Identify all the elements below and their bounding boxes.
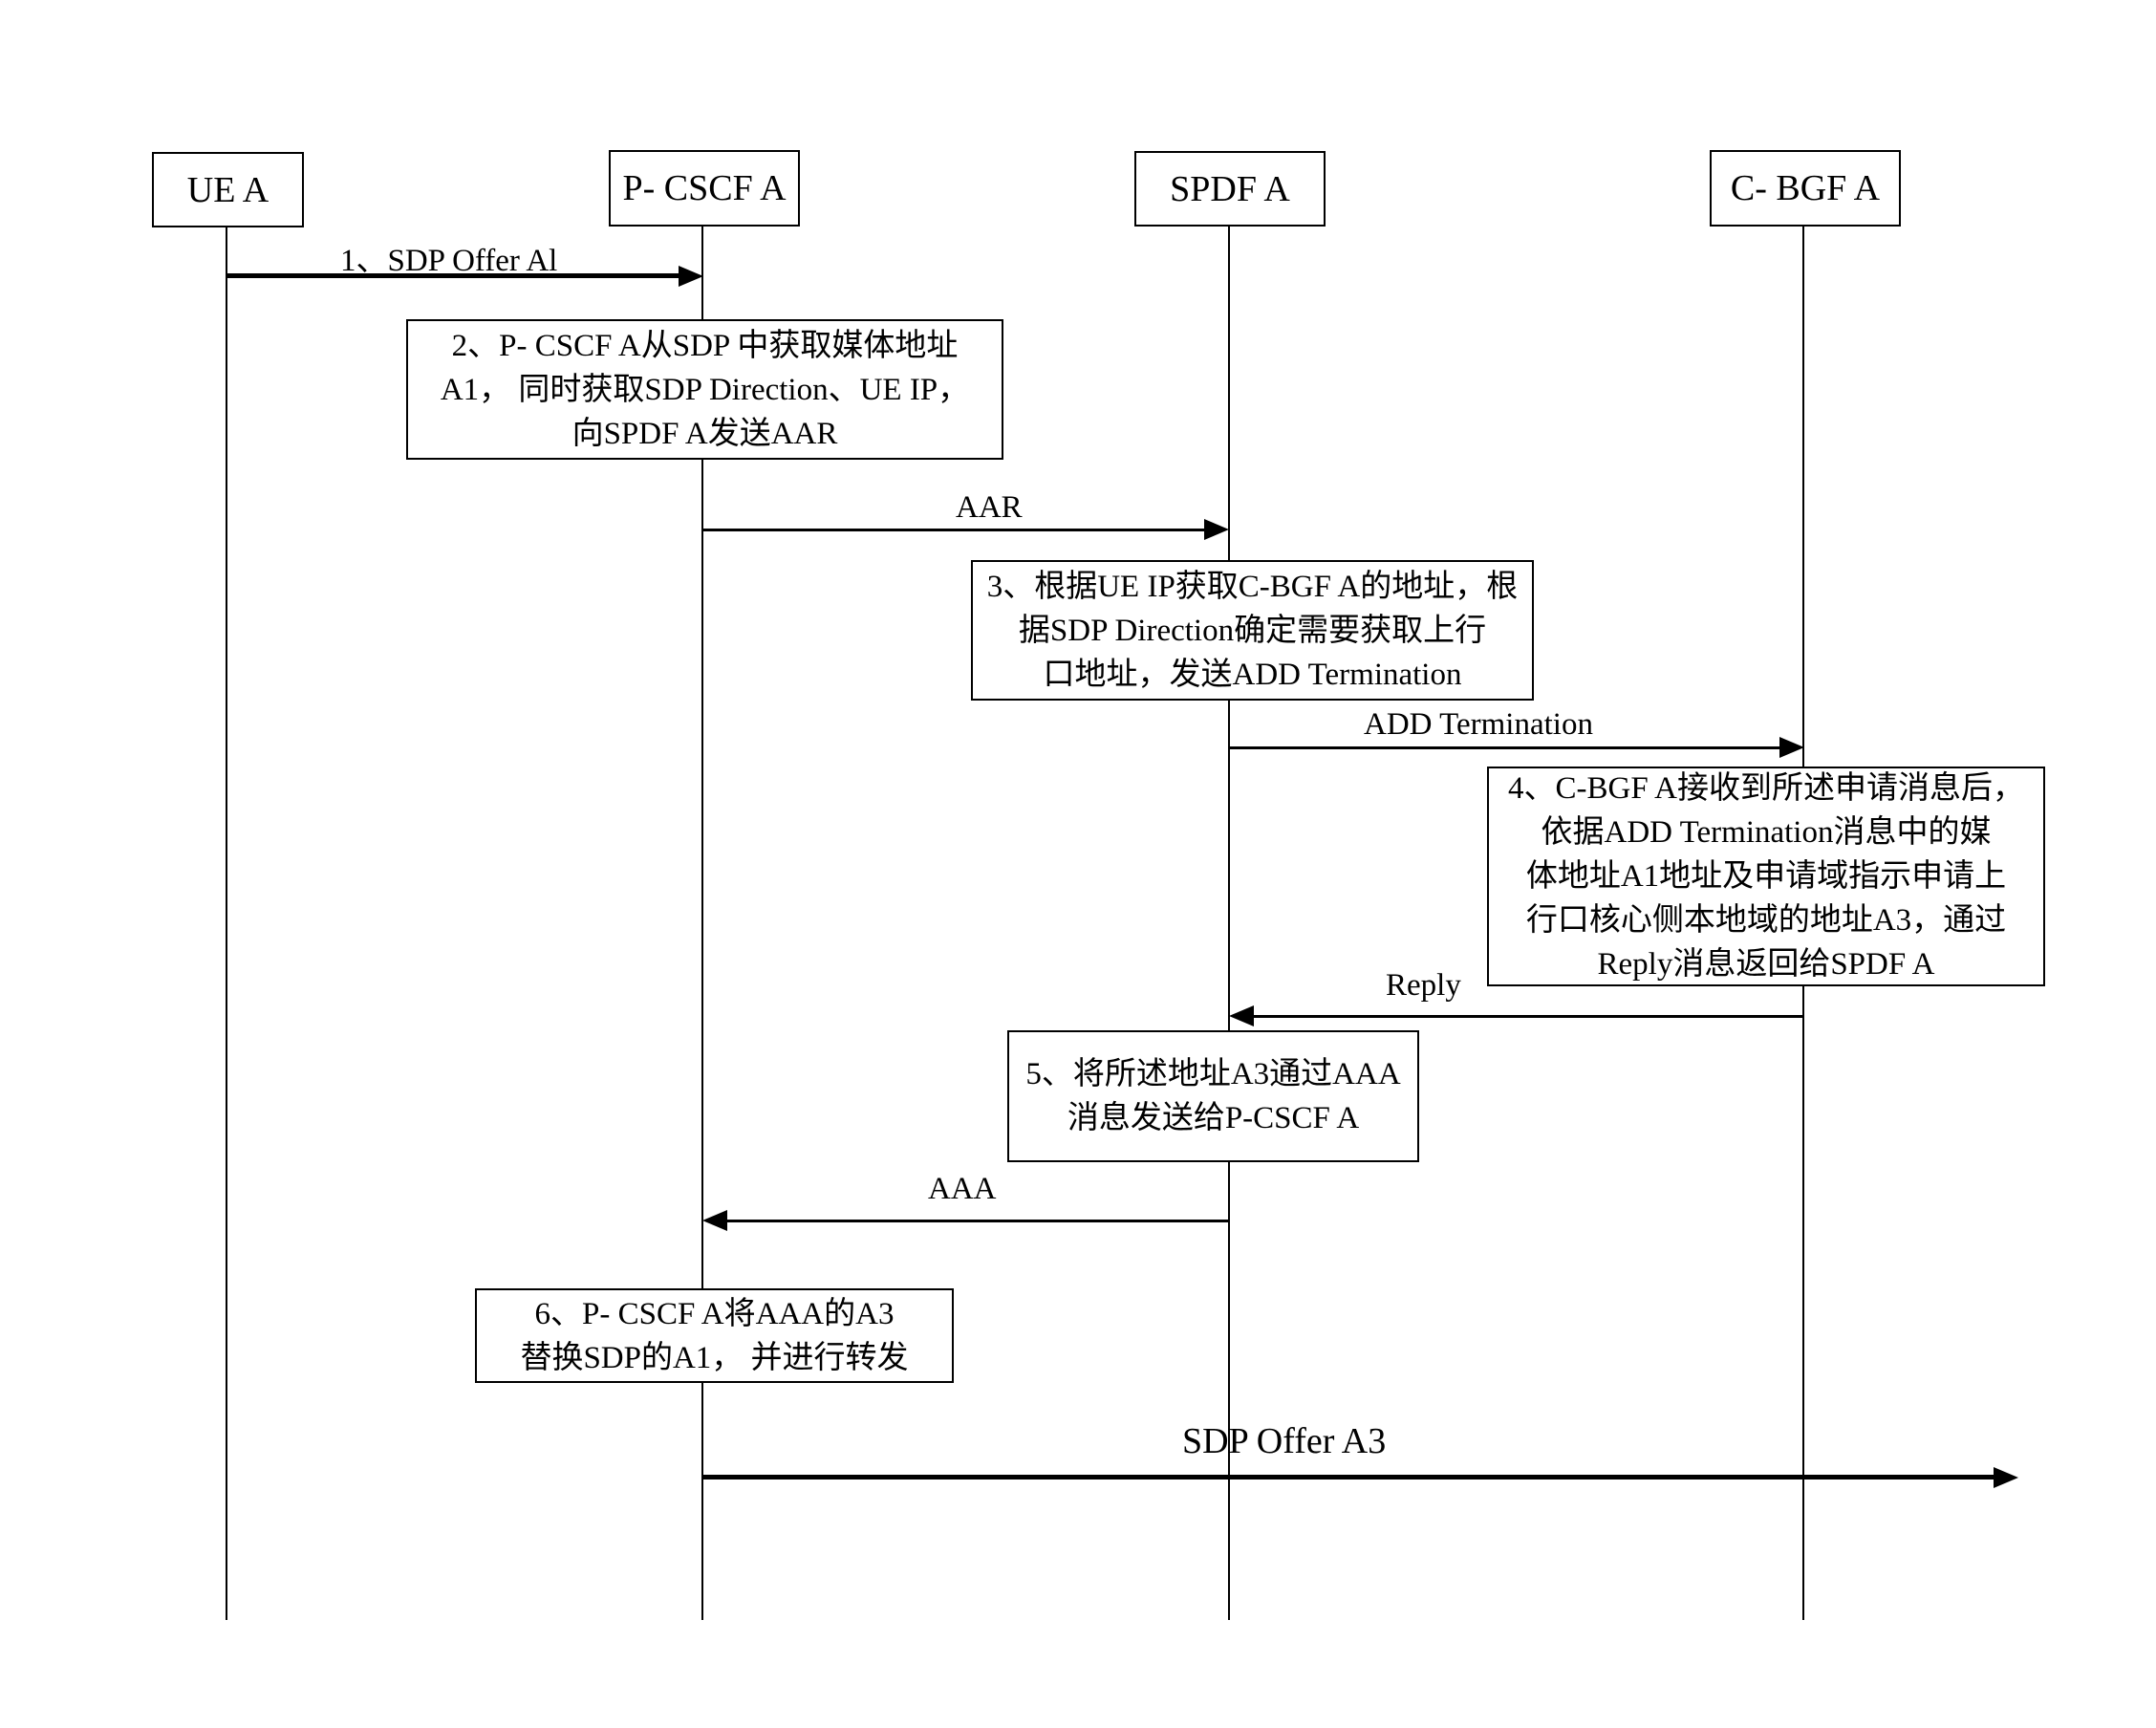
note-step-6: 6、P- CSCF A将AAA的A3 替换SDP的A1， 并进行转发 bbox=[475, 1288, 954, 1383]
message-arrow-sdp-offer-a3 bbox=[702, 1475, 1994, 1480]
note-step-5: 5、将所述地址A3通过AAA 消息发送给P-CSCF A bbox=[1007, 1030, 1419, 1162]
lifeline-spdf-a bbox=[1228, 227, 1230, 1620]
note-step-2: 2、P- CSCF A从SDP 中获取媒体地址 A1， 同时获取SDP Dire… bbox=[406, 319, 1003, 460]
arrowhead-left-icon bbox=[1229, 1005, 1254, 1026]
note-line: 口地址，发送ADD Termination bbox=[1043, 657, 1462, 692]
note-line: 依据ADD Termination消息中的媒 bbox=[1541, 815, 1992, 850]
arrowhead-left-icon bbox=[702, 1210, 727, 1231]
message-arrow-add-termination bbox=[1230, 746, 1779, 749]
message-label-sdp-offer-a3: SDP Offer A3 bbox=[1182, 1421, 1387, 1461]
note-line: 向SPDF A发送AAR bbox=[571, 416, 838, 451]
entity-p-cscf-a: P- CSCF A bbox=[609, 150, 800, 227]
note-line: 3、根据UE IP获取C-BGF A的地址，根 bbox=[986, 569, 1519, 604]
note-line: 替换SDP的A1， 并进行转发 bbox=[520, 1340, 909, 1375]
arrowhead-right-icon bbox=[1779, 737, 1804, 758]
note-step-4: 4、C-BGF A接收到所述申请消息后， 依据ADD Termination消息… bbox=[1487, 767, 2045, 986]
entity-c-bgf-a: C- BGF A bbox=[1710, 150, 1901, 227]
lifeline-ue-a bbox=[226, 227, 227, 1620]
note-line: 2、P- CSCF A从SDP 中获取媒体地址 bbox=[451, 328, 959, 363]
note-line: Reply消息返回给SPDF A bbox=[1597, 947, 1935, 982]
message-label-reply: Reply bbox=[1386, 968, 1461, 1003]
message-label-aar: AAR bbox=[956, 490, 1023, 525]
message-arrow-aar bbox=[703, 529, 1205, 531]
note-line: 6、P- CSCF A将AAA的A3 bbox=[534, 1296, 895, 1331]
message-label-add-termination: ADD Termination bbox=[1364, 707, 1593, 742]
note-line: 消息发送给P-CSCF A bbox=[1067, 1101, 1360, 1135]
note-line: 5、将所述地址A3通过AAA bbox=[1025, 1057, 1401, 1091]
note-line: 体地址A1地址及申请域指示申请上 bbox=[1525, 859, 2007, 894]
arrowhead-right-icon bbox=[1204, 519, 1229, 540]
arrowhead-right-icon bbox=[679, 266, 703, 287]
message-arrow-sdp-offer-a1 bbox=[226, 273, 679, 278]
note-line: 4、C-BGF A接收到所述申请消息后， bbox=[1508, 771, 2024, 806]
entity-spdf-a: SPDF A bbox=[1134, 151, 1326, 227]
note-line: 据SDP Direction确定需要获取上行 bbox=[1018, 613, 1487, 648]
entity-ue-a: UE A bbox=[152, 152, 304, 227]
message-arrow-reply bbox=[1253, 1015, 1803, 1018]
message-arrow-aaa bbox=[726, 1220, 1229, 1222]
note-line: A1， 同时获取SDP Direction、UE IP， bbox=[440, 372, 970, 407]
note-line: 行口核心侧本地域的地址A3，通过 bbox=[1525, 903, 2007, 938]
message-label-aaa: AAA bbox=[928, 1172, 997, 1206]
note-step-3: 3、根据UE IP获取C-BGF A的地址，根 据SDP Direction确定… bbox=[971, 560, 1534, 701]
arrowhead-right-icon bbox=[1994, 1467, 2018, 1488]
